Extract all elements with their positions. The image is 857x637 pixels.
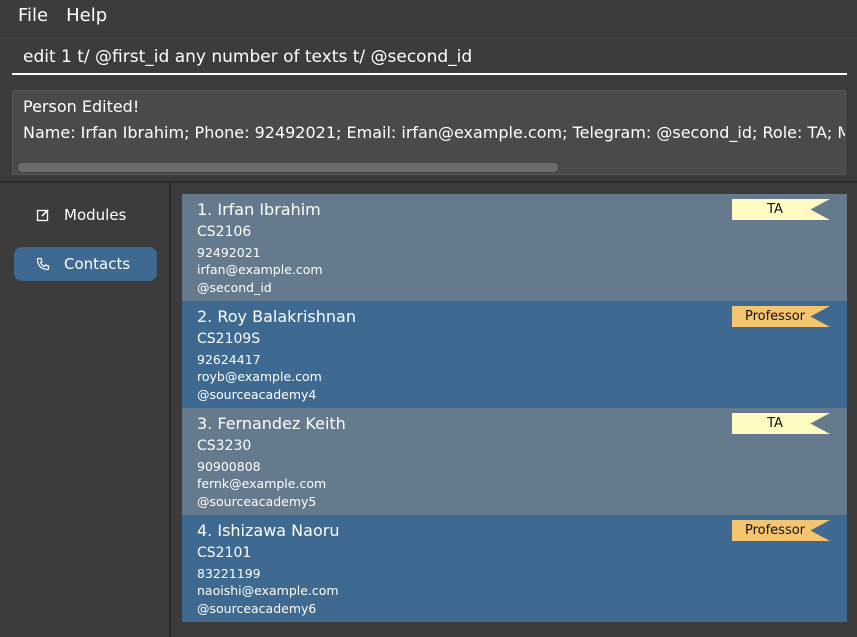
contact-module: CS3230 bbox=[197, 438, 252, 454]
role-tag: TA bbox=[732, 413, 830, 434]
contact-email: naoishi@example.com bbox=[197, 583, 339, 598]
command-input[interactable] bbox=[12, 41, 847, 75]
contact-module: CS2109S bbox=[197, 331, 261, 347]
sidebar-item-label: Modules bbox=[64, 206, 127, 224]
edit-note-icon bbox=[36, 209, 49, 222]
result-display: Person Edited! Name: Irfan Ibrahim; Phon… bbox=[12, 90, 846, 175]
sidebar-item-label: Contacts bbox=[64, 255, 131, 273]
result-message: Person Edited! bbox=[23, 97, 140, 116]
menu-file[interactable]: File bbox=[9, 0, 57, 32]
menu-help[interactable]: Help bbox=[57, 0, 116, 32]
contact-name: 2. Roy Balakrishnan bbox=[197, 307, 356, 326]
contact-telegram: @sourceacademy5 bbox=[197, 494, 317, 509]
role-tag: TA bbox=[732, 199, 830, 220]
contact-card[interactable]: 4. Ishizawa Naoru CS2101 83221199 naoish… bbox=[182, 515, 847, 622]
sidebar: Modules Contacts bbox=[0, 183, 171, 637]
contact-phone: 92492021 bbox=[197, 245, 261, 260]
horizontal-scrollbar[interactable] bbox=[18, 163, 558, 172]
contact-phone: 90900808 bbox=[197, 459, 261, 474]
role-tag: Professor bbox=[732, 520, 830, 541]
contact-name: 3. Fernandez Keith bbox=[197, 414, 346, 433]
contact-telegram: @second_id bbox=[197, 280, 272, 295]
menu-bar: File Help bbox=[0, 0, 857, 32]
phone-icon bbox=[36, 257, 50, 271]
contact-telegram: @sourceacademy6 bbox=[197, 601, 317, 616]
contact-email: fernk@example.com bbox=[197, 476, 327, 491]
sidebar-item-modules[interactable]: Modules bbox=[14, 198, 157, 232]
contact-card[interactable]: 1. Irfan Ibrahim CS2106 92492021 irfan@e… bbox=[182, 194, 847, 301]
result-details: Name: Irfan Ibrahim; Phone: 92492021; Em… bbox=[23, 123, 845, 142]
contact-email: royb@example.com bbox=[197, 369, 322, 384]
contact-card[interactable]: 3. Fernandez Keith CS3230 90900808 fernk… bbox=[182, 408, 847, 515]
contact-name: 1. Irfan Ibrahim bbox=[197, 200, 321, 219]
role-tag: Professor bbox=[732, 306, 830, 327]
contact-phone: 92624417 bbox=[197, 352, 261, 367]
contact-module: CS2106 bbox=[197, 224, 252, 240]
sidebar-item-contacts[interactable]: Contacts bbox=[14, 247, 157, 281]
contact-email: irfan@example.com bbox=[197, 262, 323, 277]
contact-module: CS2101 bbox=[197, 545, 252, 561]
contact-list: 1. Irfan Ibrahim CS2106 92492021 irfan@e… bbox=[173, 183, 857, 637]
contact-telegram: @sourceacademy4 bbox=[197, 387, 317, 402]
contact-name: 4. Ishizawa Naoru bbox=[197, 521, 340, 540]
contact-card[interactable]: 2. Roy Balakrishnan CS2109S 92624417 roy… bbox=[182, 301, 847, 408]
contact-phone: 83221199 bbox=[197, 566, 261, 581]
command-area bbox=[0, 32, 857, 85]
